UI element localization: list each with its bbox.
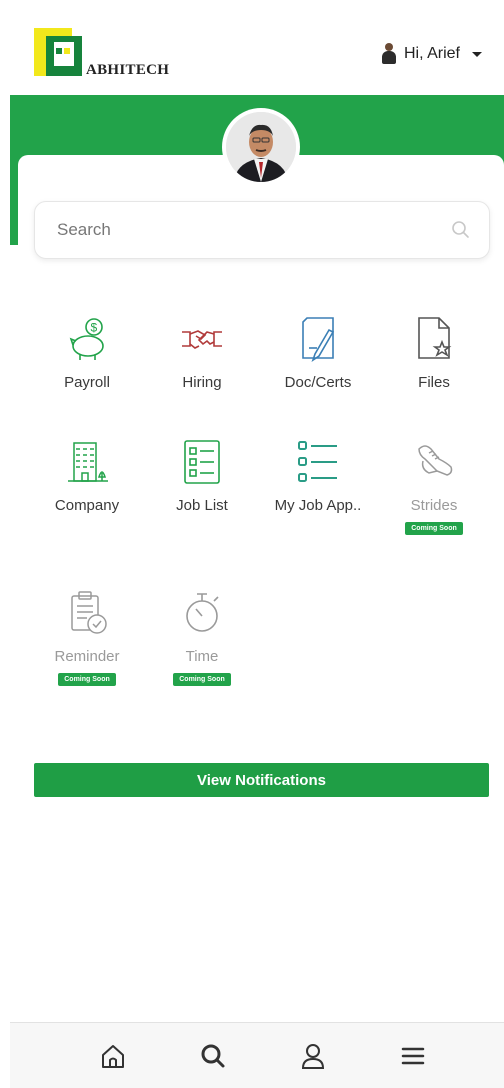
tile-doc-certs[interactable]: Doc/Certs bbox=[263, 314, 373, 393]
tile-label: Reminder bbox=[54, 648, 120, 665]
profile-icon[interactable] bbox=[298, 1041, 328, 1071]
tile-job-list[interactable]: Job List bbox=[147, 437, 257, 516]
chevron-down-icon bbox=[472, 51, 482, 57]
search-icon[interactable] bbox=[451, 220, 471, 240]
user-menu-dropdown[interactable]: Hi, Arief bbox=[381, 42, 482, 66]
svg-text:$: $ bbox=[91, 321, 98, 335]
coming-soon-badge: Coming Soon bbox=[58, 673, 116, 686]
home-icon[interactable] bbox=[98, 1041, 128, 1071]
stopwatch-icon bbox=[186, 593, 219, 632]
file-star-icon bbox=[418, 317, 452, 359]
search-placeholder: Search bbox=[57, 220, 111, 239]
document-pen-icon bbox=[302, 317, 335, 362]
tile-company[interactable]: Company bbox=[32, 437, 142, 516]
user-icon bbox=[381, 43, 396, 65]
tile-reminder[interactable]: Reminder Coming Soon bbox=[32, 588, 142, 686]
tile-time[interactable]: Time Coming Soon bbox=[147, 588, 257, 686]
avatar[interactable] bbox=[222, 108, 300, 186]
search-input[interactable]: Search bbox=[34, 201, 490, 259]
view-notifications-button[interactable]: View Notifications bbox=[34, 763, 489, 797]
main-card bbox=[18, 155, 504, 915]
tile-label: Job List bbox=[176, 497, 228, 514]
clipboard-check-icon bbox=[71, 591, 107, 634]
brand-name: ABHITECH bbox=[86, 62, 170, 78]
tile-label: Strides bbox=[410, 497, 458, 514]
tile-label: Payroll bbox=[64, 374, 110, 391]
tile-label: Files bbox=[418, 374, 450, 391]
coming-soon-badge: Coming Soon bbox=[173, 673, 231, 686]
tile-label: Time bbox=[185, 648, 219, 665]
search-icon[interactable] bbox=[198, 1041, 228, 1071]
bottom-nav bbox=[10, 1022, 504, 1088]
app-header: ABHITECH Hi, Arief bbox=[0, 0, 504, 95]
tile-label: My Job App.. bbox=[274, 497, 362, 514]
checklist-icon bbox=[298, 441, 337, 482]
abhitech-logo[interactable]: ABHITECH bbox=[34, 28, 184, 88]
user-greeting: Hi, Arief bbox=[403, 45, 460, 62]
handshake-icon bbox=[182, 330, 222, 349]
shoe-icon bbox=[418, 445, 453, 476]
menu-icon[interactable] bbox=[398, 1041, 428, 1071]
tile-files[interactable]: Files bbox=[379, 314, 489, 393]
tile-hiring[interactable]: Hiring bbox=[147, 314, 257, 393]
tile-label: Doc/Certs bbox=[284, 374, 352, 391]
list-icon bbox=[184, 440, 220, 484]
tile-label: Company bbox=[54, 497, 120, 514]
building-icon bbox=[68, 442, 108, 482]
tile-label: Hiring bbox=[182, 374, 222, 391]
piggy-bank-icon: $ bbox=[69, 318, 104, 360]
tile-my-job-app[interactable]: My Job App.. bbox=[263, 437, 373, 516]
tile-payroll[interactable]: $ Payroll bbox=[32, 314, 142, 393]
coming-soon-badge: Coming Soon bbox=[405, 522, 463, 535]
tile-strides[interactable]: Strides Coming Soon bbox=[379, 437, 489, 535]
